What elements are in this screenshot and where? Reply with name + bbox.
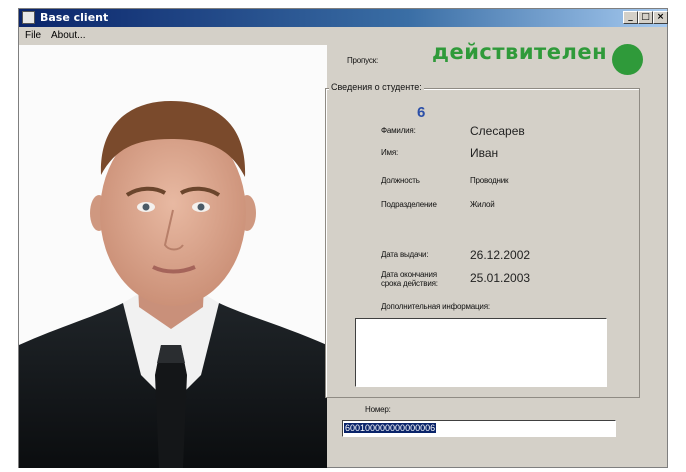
status-indicator [612, 44, 643, 75]
name-value: Иван [470, 146, 499, 160]
window-title: Base client [40, 11, 109, 24]
extra-info-textarea[interactable] [355, 318, 607, 387]
expiry-date-value: 25.01.2003 [470, 271, 531, 285]
department-value: Жилой [470, 200, 495, 209]
minimize-button[interactable]: _ [623, 11, 638, 24]
position-value: Проводник [470, 176, 509, 185]
maximize-button[interactable]: □ [638, 11, 653, 24]
number-label: Номер: [365, 405, 391, 414]
photo-image [19, 45, 327, 468]
department-label: Подразделение [381, 200, 437, 209]
student-photo [19, 45, 327, 468]
issue-date-label: Дата выдачи: [381, 250, 429, 259]
menu-file[interactable]: File [25, 30, 41, 41]
name-label: Имя: [381, 148, 399, 157]
surname-value: Слесарев [470, 124, 525, 138]
expiry-label-line1: Дата окончания [381, 270, 437, 279]
number-input[interactable]: 600100000000000006 [342, 420, 616, 437]
pass-status: действителен [432, 40, 608, 64]
extra-info-label: Дополнительная информация: [381, 302, 490, 311]
expiry-label-line2: срока действия: [381, 279, 438, 288]
app-icon [22, 11, 35, 24]
close-button[interactable]: × [653, 11, 668, 24]
student-info-label: Сведения о студенте: [329, 82, 424, 92]
issue-date-value: 26.12.2002 [470, 248, 531, 262]
student-id: 6 [417, 104, 426, 121]
number-value: 600100000000000006 [344, 423, 437, 433]
menu-about[interactable]: About... [51, 30, 85, 41]
surname-label: Фамилия: [381, 126, 416, 135]
pass-label: Пропуск: [347, 56, 379, 65]
position-label: Должность [381, 176, 420, 185]
title-bar: Base client _ □ × [19, 9, 668, 27]
